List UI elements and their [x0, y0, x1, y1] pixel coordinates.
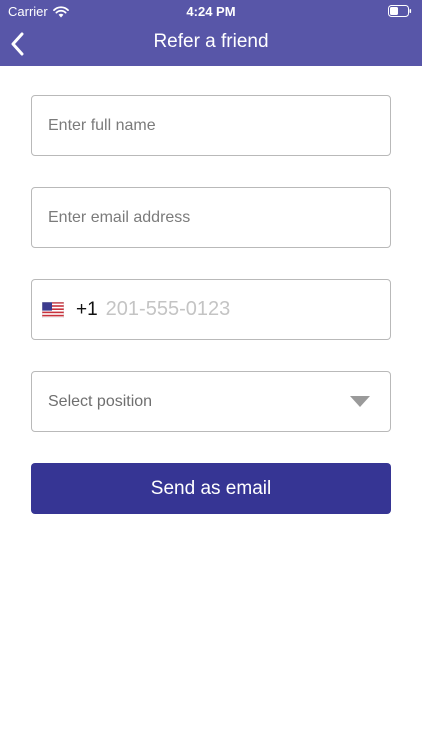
- status-time: 4:24 PM: [186, 4, 236, 19]
- page-title: Refer a friend: [153, 31, 269, 52]
- us-flag-icon[interactable]: [42, 301, 64, 318]
- email-input[interactable]: [32, 188, 390, 247]
- phone-input[interactable]: [105, 280, 390, 339]
- dropdown-arrow-icon: [350, 396, 370, 407]
- status-bar: Carrier 4:24 PM: [0, 0, 422, 22]
- header: Carrier 4:24 PM Refer a friend: [0, 0, 422, 66]
- full-name-input[interactable]: [32, 96, 390, 155]
- email-field[interactable]: [31, 187, 391, 248]
- nav-bar: Refer a friend: [0, 22, 422, 66]
- battery-icon: [388, 5, 412, 20]
- send-as-email-button[interactable]: Send as email: [31, 463, 391, 514]
- position-select-label: Select position: [48, 392, 153, 410]
- full-name-field[interactable]: [31, 95, 391, 156]
- position-select[interactable]: Select position: [31, 371, 391, 432]
- dial-code[interactable]: +1: [76, 299, 98, 321]
- phone-field[interactable]: +1: [31, 279, 391, 340]
